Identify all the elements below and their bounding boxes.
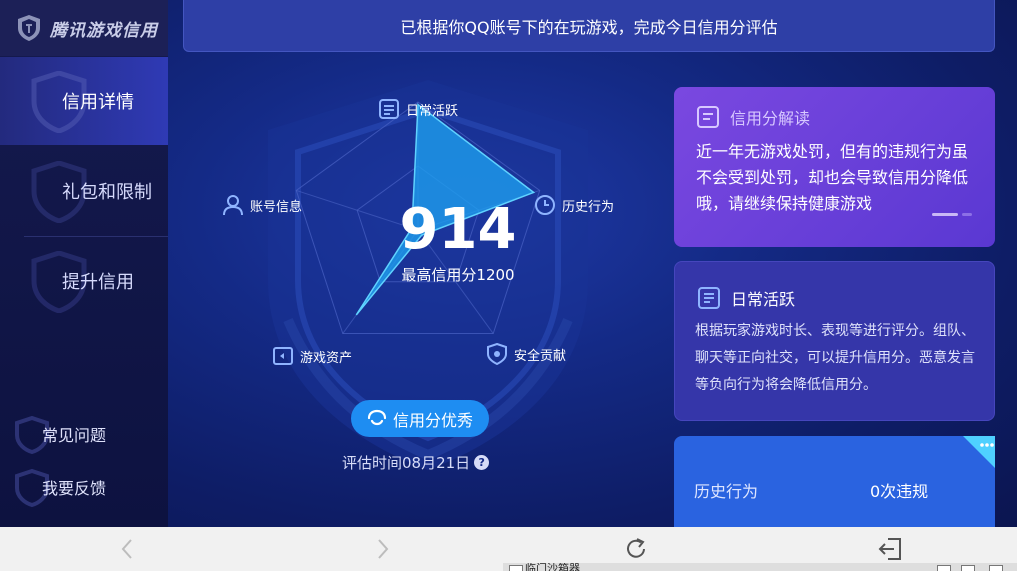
daily-activity-text: 根据玩家游戏时长、表现等进行评分。组队、聊天等正向社交，可以提升信用分。恶意发言… [695,323,975,393]
document-icon [698,287,720,309]
history-label: 历史行为 [694,482,759,501]
axis-label-text: 游戏资产 [300,350,353,366]
document-icon [697,106,719,128]
sidebar-item-credit-details[interactable]: 信用详情 [0,57,168,145]
axis-label-text: 历史行为 [562,199,615,215]
axis-label-security: 安全贡献 [486,343,566,365]
daily-activity-card: 日常活跃 根据玩家游戏时长、表现等进行评分。组队、聊天等正向社交，可以提升信用分… [674,261,995,421]
back-icon[interactable] [114,535,142,563]
sidebar-item-label: 我要反馈 [42,479,107,498]
credit-radar-chart: 日常活跃 历史行为 安全贡献 游戏资产 账号信息 914 最高信用分1200 [208,70,648,400]
history-behavior-card[interactable]: 历史行为 0次违规 [674,436,995,527]
taskbar-strip: 临门沙箱器 [503,563,1017,571]
banner-text: 已根据你QQ账号下的在玩游戏，完成今日信用分评估 [400,17,778,37]
axis-label-text: 日常活跃 [406,103,459,119]
rating-label: 信用分优秀 [392,410,473,430]
sidebar-item-feedback[interactable]: 我要反馈 [0,465,168,509]
credit-score-value: 914 [399,197,517,262]
sidebar-item-label: 提升信用 [62,272,134,293]
credit-rating-button[interactable]: 信用分优秀 [351,400,489,437]
exit-icon[interactable] [876,535,904,563]
document-icon [379,99,399,119]
violation-count: 0次违规 [870,482,929,501]
axis-label-text: 账号信息 [250,199,303,215]
sidebar-item-gifts-restrictions[interactable]: 礼包和限制 [0,147,168,235]
sidebar-item-improve-credit[interactable]: 提升信用 [0,237,168,325]
brand-header: 腾讯游戏信用 [0,0,168,56]
carousel-indicator [932,213,976,216]
sidebar-item-faq[interactable]: 常见问题 [0,412,168,456]
forward-icon[interactable] [368,535,396,563]
axis-label-text: 安全贡献 [514,348,567,364]
more-icon[interactable] [963,436,995,468]
card-title-text: 信用分解读 [730,109,811,128]
smile-icon [367,409,387,425]
sidebar-item-label: 信用详情 [62,92,134,113]
tray-icon[interactable] [937,565,951,571]
card-title: 信用分解读 [696,105,810,129]
carousel-dot-active [932,213,958,216]
shield-icon [487,343,507,365]
interpretation-text: 近一年无游戏处罚，但有的违规行为虽不会受到处罚，却也会导致信用分降低哦，请继续保… [696,142,969,213]
axis-label-account: 账号信息 [222,194,302,216]
user-icon [223,195,243,216]
credit-interpretation-card: 信用分解读 近一年无游戏处罚，但有的违规行为虽不会受到处罚，却也会导致信用分降低… [674,87,995,247]
sidebar: 腾讯游戏信用 信用详情 礼包和限制 提升信用 常见问题 我要反馈 [0,0,168,527]
sidebar-item-label: 常见问题 [42,426,107,445]
brand-name: 腾讯游戏信用 [50,20,158,41]
help-icon[interactable]: ? [474,455,490,470]
max-score-label: 最高信用分1200 [401,266,515,284]
evaluation-banner: 已根据你QQ账号下的在玩游戏，完成今日信用分评估 [183,0,995,52]
sidebar-item-label: 礼包和限制 [62,182,152,203]
main-panel: 已根据你QQ账号下的在玩游戏，完成今日信用分评估 日常活跃 历史行为 安全贡献 … [168,0,1017,527]
tray-icon[interactable] [989,565,1003,571]
shield-logo-icon [18,15,40,41]
tray-icon[interactable] [961,565,975,571]
evaluation-time: 评估时间08月21日 ? [342,452,490,473]
card-title: 日常活跃 [697,286,795,310]
wallet-icon [273,347,293,365]
axis-label-daily-activity: 日常活跃 [378,98,458,120]
evaluation-time-text: 评估时间08月21日 [342,454,471,472]
window-icon [509,565,523,571]
axis-label-assets: 游戏资产 [272,345,352,367]
refresh-icon[interactable] [622,535,650,563]
card-title-text: 日常活跃 [731,290,796,309]
taskbar-title: 临门沙箱器 [525,563,580,571]
carousel-dot [962,213,972,216]
